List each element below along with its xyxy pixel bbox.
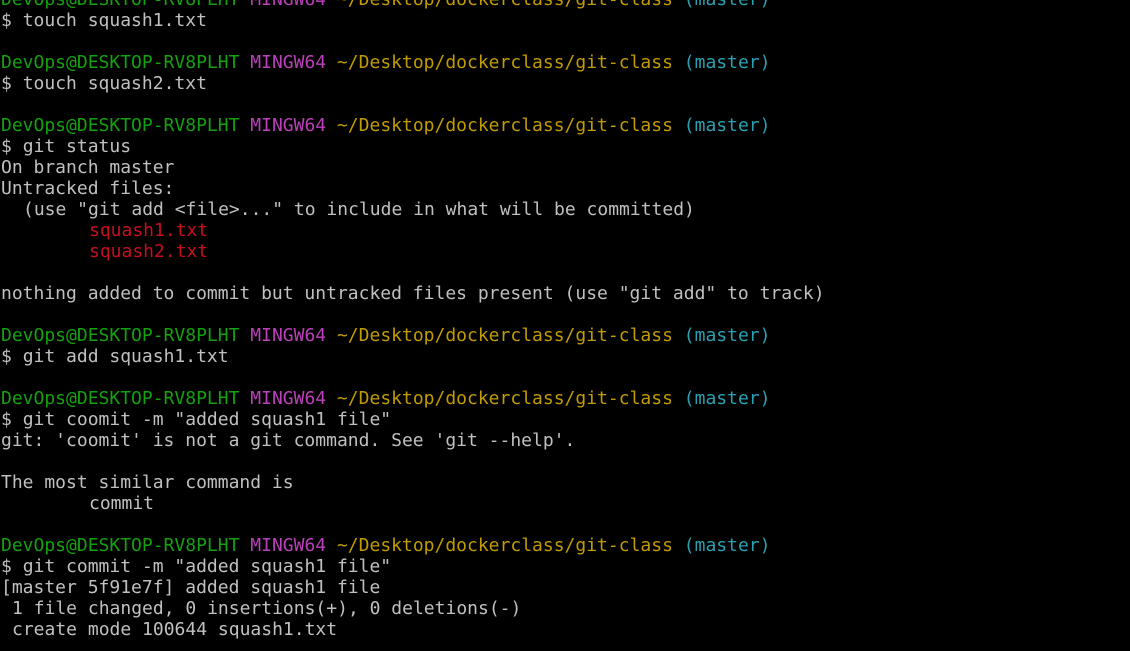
output-line: On branch master	[1, 157, 175, 178]
prompt-branch: (master)	[683, 388, 771, 409]
output-line: (use "git add <file>..." to include in w…	[23, 199, 695, 220]
prompt-symbol: $	[1, 73, 12, 94]
prompt-line: DevOps@DESKTOP-RV8PLHT MINGW64 ~/Desktop…	[1, 52, 1130, 73]
prompt-system: MINGW64	[250, 0, 326, 10]
command-text: touch squash2.txt	[22, 73, 207, 94]
prompt-path: ~/Desktop/dockerclass/git-class	[336, 388, 673, 409]
prompt-branch: (master)	[683, 325, 771, 346]
prompt-user-host: DevOps@DESKTOP-RV8PLHT	[1, 535, 240, 556]
command-text: git add squash1.txt	[22, 346, 229, 367]
prompt-branch: (master)	[684, 0, 771, 10]
prompt-path: ~/Desktop/dockerclass/git-class	[336, 115, 673, 136]
output-line: create mode 100644 squash1.txt	[12, 619, 338, 640]
prompt-path: ~/Desktop/dockerclass/git-class	[336, 535, 673, 556]
command-text: git commit -m "added squash1 file"	[22, 556, 392, 577]
prompt-branch: (master)	[683, 115, 771, 136]
command-line: $ touch squash2.txt	[1, 73, 1130, 94]
prompt-user-host: DevOps@DESKTOP-RV8PLHT	[1, 325, 240, 346]
prompt-line: DevOps@DESKTOP-RV8PLHT MINGW64 ~/Desktop…	[1, 325, 1130, 346]
prompt-line: DevOps@DESKTOP-RV8PLHT MINGW64 ~/Desktop…	[1, 115, 1130, 136]
prompt-symbol: $	[1, 409, 12, 430]
prompt-line: DevOps@DESKTOP-RV8PLHT MINGW64 ~/Desktop…	[1, 388, 1130, 409]
prompt-system: MINGW64	[250, 535, 327, 556]
command-line: $ git status	[1, 136, 1130, 157]
command-line: $ git coomit -m "added squash1 file"	[1, 409, 1130, 430]
output-line: commit	[89, 493, 155, 514]
prompt-path: ~/Desktop/dockerclass/git-class	[336, 325, 673, 346]
command-text: git coomit -m "added squash1 file"	[22, 409, 392, 430]
output-line: 1 file changed, 0 insertions(+), 0 delet…	[12, 598, 522, 619]
terminal-window[interactable]: DevOps@DESKTOP-RV8PLHT MINGW64 ~/Desktop…	[1, 0, 1130, 640]
prompt-line: DevOps@DESKTOP-RV8PLHT MINGW64 ~/Desktop…	[1, 0, 1130, 10]
output-line: [master 5f91e7f] added squash1 file	[1, 577, 381, 598]
prompt-symbol: $	[1, 346, 12, 367]
command-line: $ git commit -m "added squash1 file"	[1, 556, 1130, 577]
prompt-path: ~/Desktop/dockerclass/git-class	[337, 0, 673, 10]
command-line: $ touch squash1.txt	[1, 10, 1130, 31]
prompt-user-host: DevOps@DESKTOP-RV8PLHT	[1, 388, 240, 409]
prompt-path: ~/Desktop/dockerclass/git-class	[336, 52, 673, 73]
command-line: $ git add squash1.txt	[1, 346, 1130, 367]
prompt-user-host: DevOps@DESKTOP-RV8PLHT	[1, 115, 240, 136]
output-line: nothing added to commit but untracked fi…	[1, 283, 825, 304]
prompt-symbol: $	[1, 136, 12, 157]
prompt-system: MINGW64	[250, 115, 327, 136]
prompt-user-host: DevOps@DESKTOP-RV8PLHT	[1, 0, 239, 10]
output-line: Untracked files:	[1, 178, 175, 199]
output-line: The most similar command is	[1, 472, 294, 493]
prompt-symbol: $	[1, 10, 12, 31]
output-line: git: 'coomit' is not a git command. See …	[1, 430, 576, 451]
prompt-branch: (master)	[683, 52, 771, 73]
prompt-user-host: DevOps@DESKTOP-RV8PLHT	[1, 52, 240, 73]
prompt-branch: (master)	[683, 535, 771, 556]
command-text: git status	[22, 136, 132, 157]
untracked-file: squash1.txt	[89, 220, 209, 241]
prompt-system: MINGW64	[250, 52, 327, 73]
prompt-symbol: $	[1, 556, 12, 577]
untracked-file: squash2.txt	[89, 241, 209, 262]
prompt-system: MINGW64	[250, 388, 327, 409]
prompt-system: MINGW64	[250, 325, 327, 346]
prompt-line: DevOps@DESKTOP-RV8PLHT MINGW64 ~/Desktop…	[1, 535, 1130, 556]
command-text: touch squash1.txt	[22, 10, 207, 31]
